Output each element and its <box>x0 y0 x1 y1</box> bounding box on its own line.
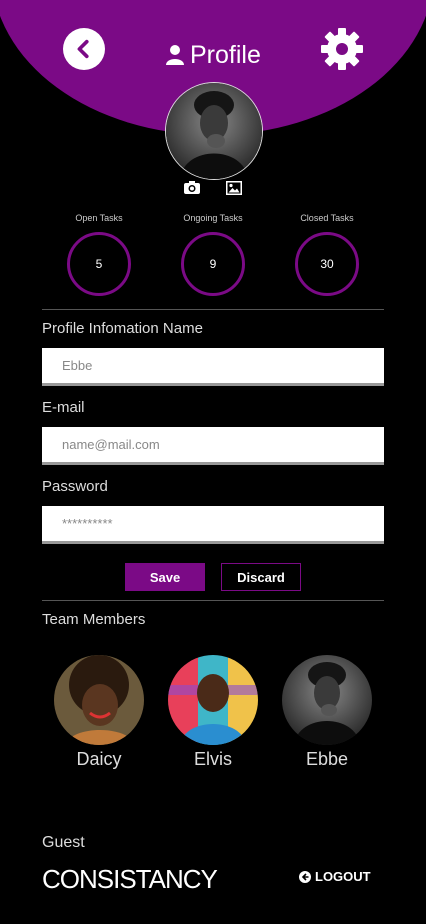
email-label: E-mail <box>42 399 85 416</box>
team-member-ebbe[interactable]: Ebbe <box>277 655 377 770</box>
arrow-left-circle-icon <box>299 870 311 883</box>
name-label: Profile Infomation Name <box>42 320 203 337</box>
settings-button[interactable] <box>319 26 365 72</box>
member-name: Ebbe <box>305 749 349 769</box>
email-field[interactable]: name@mail.com <box>42 427 384 465</box>
stat-value: 9 <box>181 232 245 296</box>
page-title: Profile <box>166 38 261 72</box>
stat-label: Open Tasks <box>75 213 123 223</box>
avatar <box>54 655 144 745</box>
avatar <box>168 655 258 745</box>
divider <box>42 309 384 310</box>
image-icon[interactable] <box>226 181 242 195</box>
page-title-text: Profile <box>190 40 261 69</box>
avatar <box>282 655 372 745</box>
team-heading: Team Members <box>42 611 146 628</box>
name-field[interactable]: Ebbe <box>42 348 384 386</box>
password-label: Password <box>42 478 108 495</box>
stat-label: Ongoing Tasks <box>183 213 243 223</box>
member-name: Daicy <box>76 749 122 769</box>
team-member-daicy[interactable]: Daicy <box>49 655 149 770</box>
stat-open-tasks: Open Tasks 5 <box>49 212 149 296</box>
stat-value: 30 <box>295 232 359 296</box>
logout-label: LOGOUT <box>315 869 371 884</box>
gear-icon <box>321 28 363 70</box>
stat-closed-tasks: Closed Tasks 30 <box>277 212 377 296</box>
guest-label: Guest <box>42 834 85 851</box>
member-name: Elvis <box>193 749 232 769</box>
divider <box>42 600 384 601</box>
stat-label: Closed Tasks <box>300 213 354 223</box>
team-member-elvis[interactable]: Elvis <box>163 655 263 770</box>
password-field[interactable]: ********** <box>42 506 384 544</box>
chevron-left-icon <box>77 39 89 59</box>
profile-avatar <box>165 82 263 180</box>
camera-icon[interactable] <box>184 180 200 195</box>
stat-ongoing-tasks: Ongoing Tasks 9 <box>163 212 263 296</box>
discard-button[interactable]: Discard <box>221 563 301 591</box>
back-button[interactable] <box>63 28 105 70</box>
brand-logo: CONSISTANCY <box>42 864 218 894</box>
logout-button[interactable]: LOGOUT <box>299 869 371 884</box>
save-button[interactable]: Save <box>125 563 205 591</box>
user-icon <box>166 45 184 65</box>
stat-value: 5 <box>67 232 131 296</box>
